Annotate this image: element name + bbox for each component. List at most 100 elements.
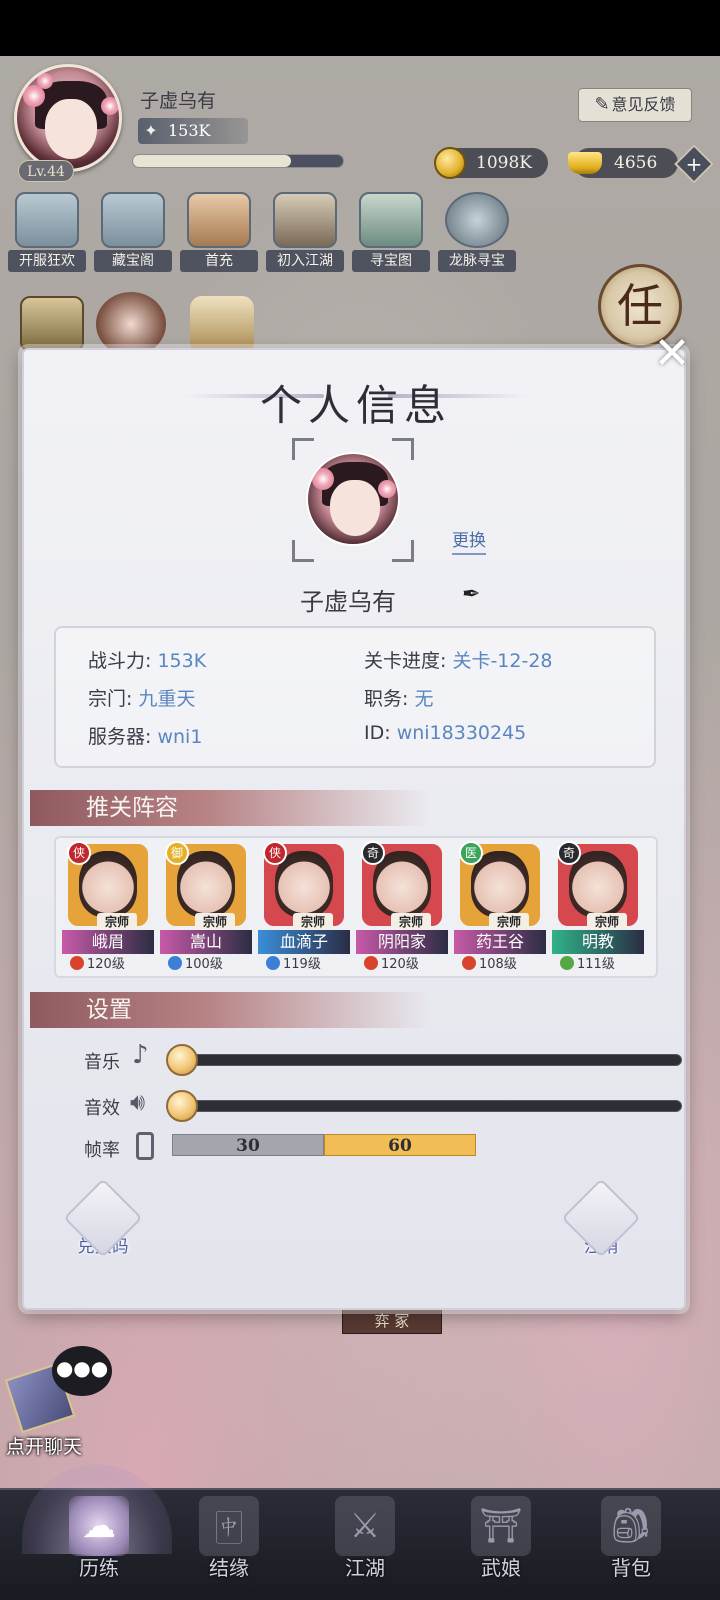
- change-avatar-link[interactable]: 更换: [452, 526, 486, 555]
- hero-portrait-frame: 奇宗师: [557, 841, 638, 931]
- hero-rank-plaque: 宗师: [97, 913, 137, 931]
- settings-title: 设置: [86, 997, 132, 1023]
- hero-name: 明教: [552, 930, 644, 954]
- hero-card[interactable]: 奇宗师 明教 111级: [552, 841, 644, 974]
- profile-avatar-frame[interactable]: [292, 438, 414, 562]
- pavilion-icon: [101, 192, 165, 248]
- menu-dragon-vein[interactable]: 龙脉寻宝: [438, 192, 516, 272]
- menu-treasure-pavilion[interactable]: 藏宝阁: [94, 192, 172, 272]
- player-avatar[interactable]: Lv.44: [8, 64, 128, 184]
- logout-button[interactable]: 注销: [561, 1178, 641, 1258]
- close-modal-button[interactable]: ✕: [650, 332, 694, 378]
- nav-tab-4[interactable]: ⛩ 武娘: [436, 1490, 566, 1600]
- element-icon: [70, 956, 84, 970]
- nav-label: 江湖: [345, 1556, 385, 1580]
- character-event-icon[interactable]: [96, 292, 166, 356]
- nickname: 子虚乌有: [300, 588, 396, 616]
- hero-class-badge: 御: [165, 841, 189, 865]
- element-icon: [364, 956, 378, 970]
- hero-rank-plaque: 宗师: [489, 913, 529, 931]
- info-id: ID: wni18330245: [364, 722, 527, 744]
- hero-class-badge: 侠: [263, 841, 287, 865]
- stage-sign: 弈 冢: [342, 1306, 442, 1334]
- feedback-icon: ✎: [594, 94, 610, 115]
- hero-level: 120级: [356, 956, 448, 974]
- hero-portrait-frame: 侠宗师: [67, 841, 148, 931]
- mahjong-tile-icon: 🀄︎: [199, 1496, 259, 1556]
- hero-card[interactable]: 侠宗师 血滴子 119级: [258, 841, 350, 974]
- nav-tab-1[interactable]: ☁ 历练: [34, 1490, 164, 1600]
- hero-level: 119级: [258, 956, 350, 974]
- coin-icon: [434, 147, 466, 179]
- menu-first-recharge[interactable]: 首充: [180, 192, 258, 272]
- player-name: 子虚乌有: [140, 90, 217, 112]
- treasure-map-icon: [359, 192, 423, 248]
- hero-card[interactable]: 侠宗师 峨眉 120级: [62, 841, 154, 974]
- hero-rank-plaque: 宗师: [391, 913, 431, 931]
- menu-label: 初入江湖: [266, 250, 344, 272]
- music-slider-knob[interactable]: [166, 1044, 198, 1076]
- ingot-counter: 4656: [568, 148, 678, 178]
- hero-class-badge: 医: [459, 841, 483, 865]
- private-pouch-icon[interactable]: [190, 296, 254, 354]
- chat-bubble-icon: ●●●: [52, 1346, 112, 1396]
- chat-button[interactable]: ●●● 点开聊天: [4, 1346, 116, 1458]
- menu-label: 寻宝图: [352, 250, 430, 272]
- sfx-slider-track[interactable]: [174, 1100, 682, 1112]
- fps-option-60[interactable]: 60: [324, 1134, 476, 1156]
- hero-name: 药王谷: [454, 930, 546, 954]
- redeem-code-button[interactable]: 兑换码: [63, 1178, 143, 1258]
- phone-icon: [136, 1132, 154, 1160]
- edit-name-icon[interactable]: ✒: [462, 582, 492, 610]
- fps-label: 帧率: [84, 1140, 120, 1161]
- hero-rank-plaque: 宗师: [293, 913, 333, 931]
- power-display: ✦ 153K: [138, 118, 248, 144]
- avatar-portrait: [14, 64, 122, 172]
- feedback-label: 意见反馈: [611, 95, 676, 114]
- bamboo-hat-icon: ⛩: [471, 1496, 531, 1556]
- modal-title: 个人信息: [259, 381, 452, 430]
- hero-name: 嵩山: [160, 930, 252, 954]
- hero-card[interactable]: 奇宗师 阴阳家 120级: [356, 841, 448, 974]
- backpack-icon: 🎒︎: [601, 1496, 661, 1556]
- ingot-value: 4656: [614, 153, 658, 173]
- nav-label: 历练: [79, 1556, 119, 1580]
- menu-treasure-map[interactable]: 寻宝图: [352, 192, 430, 272]
- menu-label: 藏宝阁: [94, 250, 172, 272]
- nav-tab-5[interactable]: 🎒︎ 背包: [566, 1490, 696, 1600]
- bottom-nav: ☁ 历练 🀄︎ 结缘 ⚔ 江湖 ⛩ 武娘 🎒︎ 背包: [0, 1464, 720, 1600]
- music-slider-track[interactable]: [174, 1054, 682, 1066]
- element-icon: [462, 956, 476, 970]
- hero-lineup: 侠宗师 峨眉 120级御宗师 嵩山 100级侠宗师 血滴子 119级奇宗师 阴阳家 120级医宗…: [54, 836, 658, 978]
- hero-card[interactable]: 医宗师 药王谷 108级: [454, 841, 546, 974]
- nav-tab-2[interactable]: 🀄︎ 结缘: [164, 1490, 294, 1600]
- sfx-slider-knob[interactable]: [166, 1090, 198, 1122]
- hero-card[interactable]: 御宗师 嵩山 100级: [160, 841, 252, 974]
- add-currency-button[interactable]: +: [674, 144, 714, 184]
- menu-opening-carnival[interactable]: 开服狂欢: [8, 192, 86, 272]
- hero-level: 120级: [62, 956, 154, 974]
- nav-tab-3[interactable]: ⚔ 江湖: [300, 1490, 430, 1600]
- plus-icon: +: [685, 152, 703, 176]
- feedback-button[interactable]: ✎ 意见反馈: [578, 88, 692, 122]
- music-label: 音乐: [84, 1052, 120, 1073]
- hero-name: 阴阳家: [356, 930, 448, 954]
- info-power: 战斗力: 153K: [88, 650, 207, 672]
- ingot-icon: [568, 152, 602, 174]
- taiji-chest-icon: [273, 192, 337, 248]
- gift-box-icon: [187, 192, 251, 248]
- hero-level: 108级: [454, 956, 546, 974]
- hero-name: 峨眉: [62, 930, 154, 954]
- speaker-icon: 🔊︎: [130, 1088, 146, 1116]
- info-role: 职务: 无: [364, 688, 434, 710]
- hero-class-badge: 奇: [361, 841, 385, 865]
- scroll-icon: [15, 192, 79, 248]
- hero-name: 血滴子: [258, 930, 350, 954]
- hero-rank-plaque: 宗师: [587, 913, 627, 931]
- nav-label: 结缘: [209, 1556, 249, 1580]
- menu-enter-jianghu[interactable]: 初入江湖: [266, 192, 344, 272]
- hero-class-badge: 侠: [67, 841, 91, 865]
- event-bag-icon[interactable]: [20, 296, 84, 352]
- hero-portrait-frame: 侠宗师: [263, 841, 344, 931]
- fps-option-30[interactable]: 30: [172, 1134, 324, 1156]
